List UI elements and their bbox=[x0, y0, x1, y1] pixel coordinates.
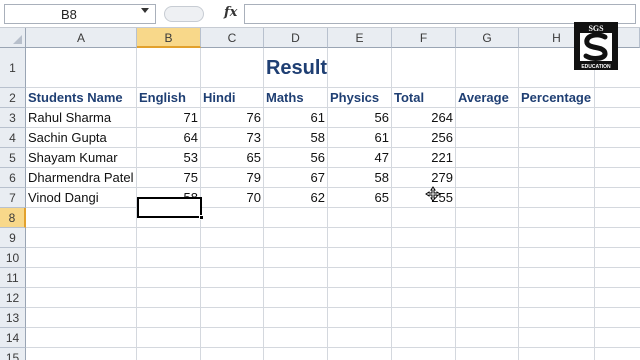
row-header-6[interactable]: 6 bbox=[0, 168, 26, 188]
formula-input[interactable] bbox=[244, 4, 636, 24]
formula-bar: B8 fx bbox=[0, 0, 640, 28]
row-header-4[interactable]: 4 bbox=[0, 128, 26, 148]
header-cell[interactable]: Average bbox=[456, 88, 519, 108]
column-header-e[interactable]: E bbox=[328, 28, 392, 48]
column-header-d[interactable]: D bbox=[264, 28, 328, 48]
row-header-10[interactable]: 10 bbox=[0, 248, 26, 268]
sgs-education-logo: SGS EDUCATION bbox=[574, 22, 618, 70]
physics-cell[interactable]: 61 bbox=[328, 128, 392, 148]
row-header-3[interactable]: 3 bbox=[0, 108, 26, 128]
total-cell[interactable]: 221 bbox=[392, 148, 456, 168]
student-name-cell[interactable]: Dharmendra Patel bbox=[26, 168, 137, 188]
row-header-2[interactable]: 2 bbox=[0, 88, 26, 108]
english-cell[interactable]: 71 bbox=[137, 108, 201, 128]
insert-function-icon[interactable]: fx bbox=[224, 5, 237, 20]
maths-cell[interactable]: 62 bbox=[264, 188, 328, 208]
logo-bottom-text: EDUCATION bbox=[581, 64, 611, 70]
maths-cell[interactable]: 67 bbox=[264, 168, 328, 188]
header-cell[interactable]: Physics bbox=[328, 88, 392, 108]
physics-cell[interactable]: 58 bbox=[328, 168, 392, 188]
total-cell[interactable]: 256 bbox=[392, 128, 456, 148]
row-header-14[interactable]: 14 bbox=[0, 328, 26, 348]
row-header-5[interactable]: 5 bbox=[0, 148, 26, 168]
hindi-cell[interactable]: 79 bbox=[201, 168, 264, 188]
hindi-cell[interactable]: 70 bbox=[201, 188, 264, 208]
hindi-cell[interactable]: 65 bbox=[201, 148, 264, 168]
english-cell[interactable]: 53 bbox=[137, 148, 201, 168]
column-header-g[interactable]: G bbox=[456, 28, 519, 48]
column-header-b[interactable]: B bbox=[137, 28, 201, 48]
header-cell[interactable]: Percentage bbox=[519, 88, 595, 108]
name-box-dropdown-icon[interactable] bbox=[141, 8, 149, 13]
hindi-cell[interactable]: 73 bbox=[201, 128, 264, 148]
fill-handle[interactable] bbox=[199, 215, 204, 220]
row-header-8[interactable]: 8 bbox=[0, 208, 26, 228]
student-name-cell[interactable]: Sachin Gupta bbox=[26, 128, 137, 148]
row-header-7[interactable]: 7 bbox=[0, 188, 26, 208]
name-box[interactable]: B8 bbox=[4, 4, 156, 24]
physics-cell[interactable]: 47 bbox=[328, 148, 392, 168]
column-header-f[interactable]: F bbox=[392, 28, 456, 48]
student-name-cell[interactable]: Vinod Dangi bbox=[26, 188, 137, 208]
row-header-13[interactable]: 13 bbox=[0, 308, 26, 328]
row-header-9[interactable]: 9 bbox=[0, 228, 26, 248]
physics-cell[interactable]: 65 bbox=[328, 188, 392, 208]
english-cell[interactable]: 64 bbox=[137, 128, 201, 148]
hindi-cell[interactable]: 76 bbox=[201, 108, 264, 128]
total-cell[interactable]: 255 bbox=[392, 188, 456, 208]
maths-cell[interactable]: 56 bbox=[264, 148, 328, 168]
row-header-12[interactable]: 12 bbox=[0, 288, 26, 308]
worksheet-grid[interactable]: ABCDEFGHI 12345678910111213141516 Result… bbox=[0, 28, 640, 360]
formula-bar-grip[interactable] bbox=[164, 6, 204, 22]
row-header-11[interactable]: 11 bbox=[0, 268, 26, 288]
select-all-button[interactable] bbox=[0, 28, 26, 48]
total-cell[interactable]: 279 bbox=[392, 168, 456, 188]
student-name-cell[interactable]: Shayam Kumar bbox=[26, 148, 137, 168]
header-cell[interactable]: Hindi bbox=[201, 88, 264, 108]
move-cursor-icon bbox=[425, 186, 441, 202]
header-cell[interactable]: Students Name bbox=[26, 88, 137, 108]
maths-cell[interactable]: 58 bbox=[264, 128, 328, 148]
total-cell[interactable]: 264 bbox=[392, 108, 456, 128]
header-cell[interactable]: English bbox=[137, 88, 201, 108]
header-cell[interactable]: Maths bbox=[264, 88, 328, 108]
column-header-a[interactable]: A bbox=[26, 28, 137, 48]
physics-cell[interactable]: 56 bbox=[328, 108, 392, 128]
header-cell[interactable]: Total bbox=[392, 88, 456, 108]
row-header-15[interactable]: 15 bbox=[0, 348, 26, 360]
student-name-cell[interactable]: Rahul Sharma bbox=[26, 108, 137, 128]
active-cell[interactable] bbox=[137, 197, 202, 218]
column-header-c[interactable]: C bbox=[201, 28, 264, 48]
sheet-title[interactable]: Result bbox=[201, 48, 392, 88]
logo-top-text: SGS bbox=[588, 24, 604, 33]
english-cell[interactable]: 75 bbox=[137, 168, 201, 188]
maths-cell[interactable]: 61 bbox=[264, 108, 328, 128]
row-header-1[interactable]: 1 bbox=[0, 48, 26, 88]
